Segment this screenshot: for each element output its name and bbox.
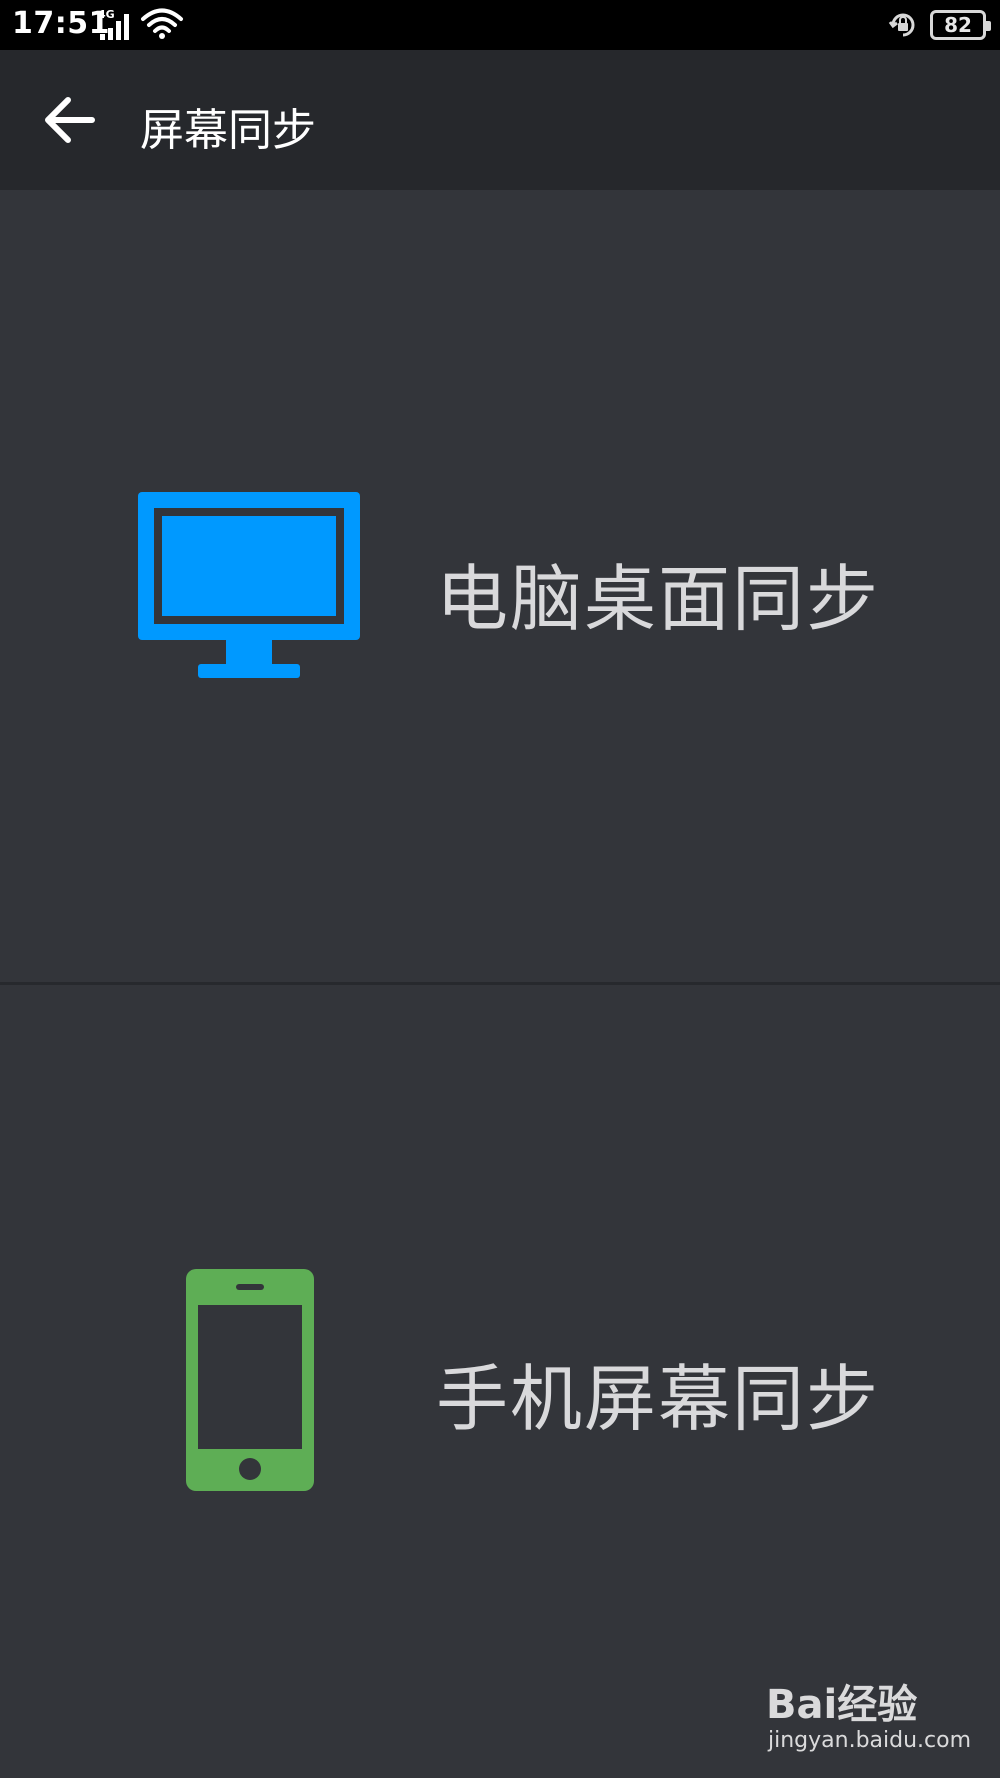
network-type: 4G bbox=[98, 8, 115, 21]
battery-level: 82 bbox=[944, 13, 972, 37]
app-bar: 屏幕同步 bbox=[0, 50, 1000, 190]
wifi-icon bbox=[140, 8, 184, 40]
baidu-jingyan-watermark: Bai经验 jingyan.baidu.com bbox=[766, 1670, 971, 1770]
screen: 17:51 4G 82 屏幕同步 电脑桌面同步 手机屏幕同步 Bai经验 jin… bbox=[0, 0, 1000, 1778]
status-bar: 17:51 4G 82 bbox=[0, 0, 1000, 50]
monitor-icon bbox=[138, 492, 360, 678]
signal-icon: 4G bbox=[98, 8, 138, 40]
option-desktop-label: 电脑桌面同步 bbox=[436, 557, 881, 641]
back-button[interactable] bbox=[30, 88, 110, 152]
option-desktop-sync[interactable]: 电脑桌面同步 bbox=[0, 190, 1000, 982]
watermark-url: jingyan.baidu.com bbox=[768, 1728, 972, 1753]
rotation-lock-icon bbox=[888, 10, 918, 40]
watermark-brand: Bai经验 bbox=[766, 1682, 918, 1728]
page-title: 屏幕同步 bbox=[140, 105, 316, 156]
battery-icon: 82 bbox=[930, 10, 991, 40]
arrow-left-icon bbox=[45, 97, 95, 143]
option-phone-sync[interactable]: 手机屏幕同步 bbox=[0, 985, 1000, 1778]
option-phone-label: 手机屏幕同步 bbox=[436, 1357, 881, 1441]
battery-cap bbox=[986, 21, 991, 31]
status-time: 17:51 bbox=[12, 6, 110, 41]
smartphone-icon bbox=[186, 1269, 314, 1491]
